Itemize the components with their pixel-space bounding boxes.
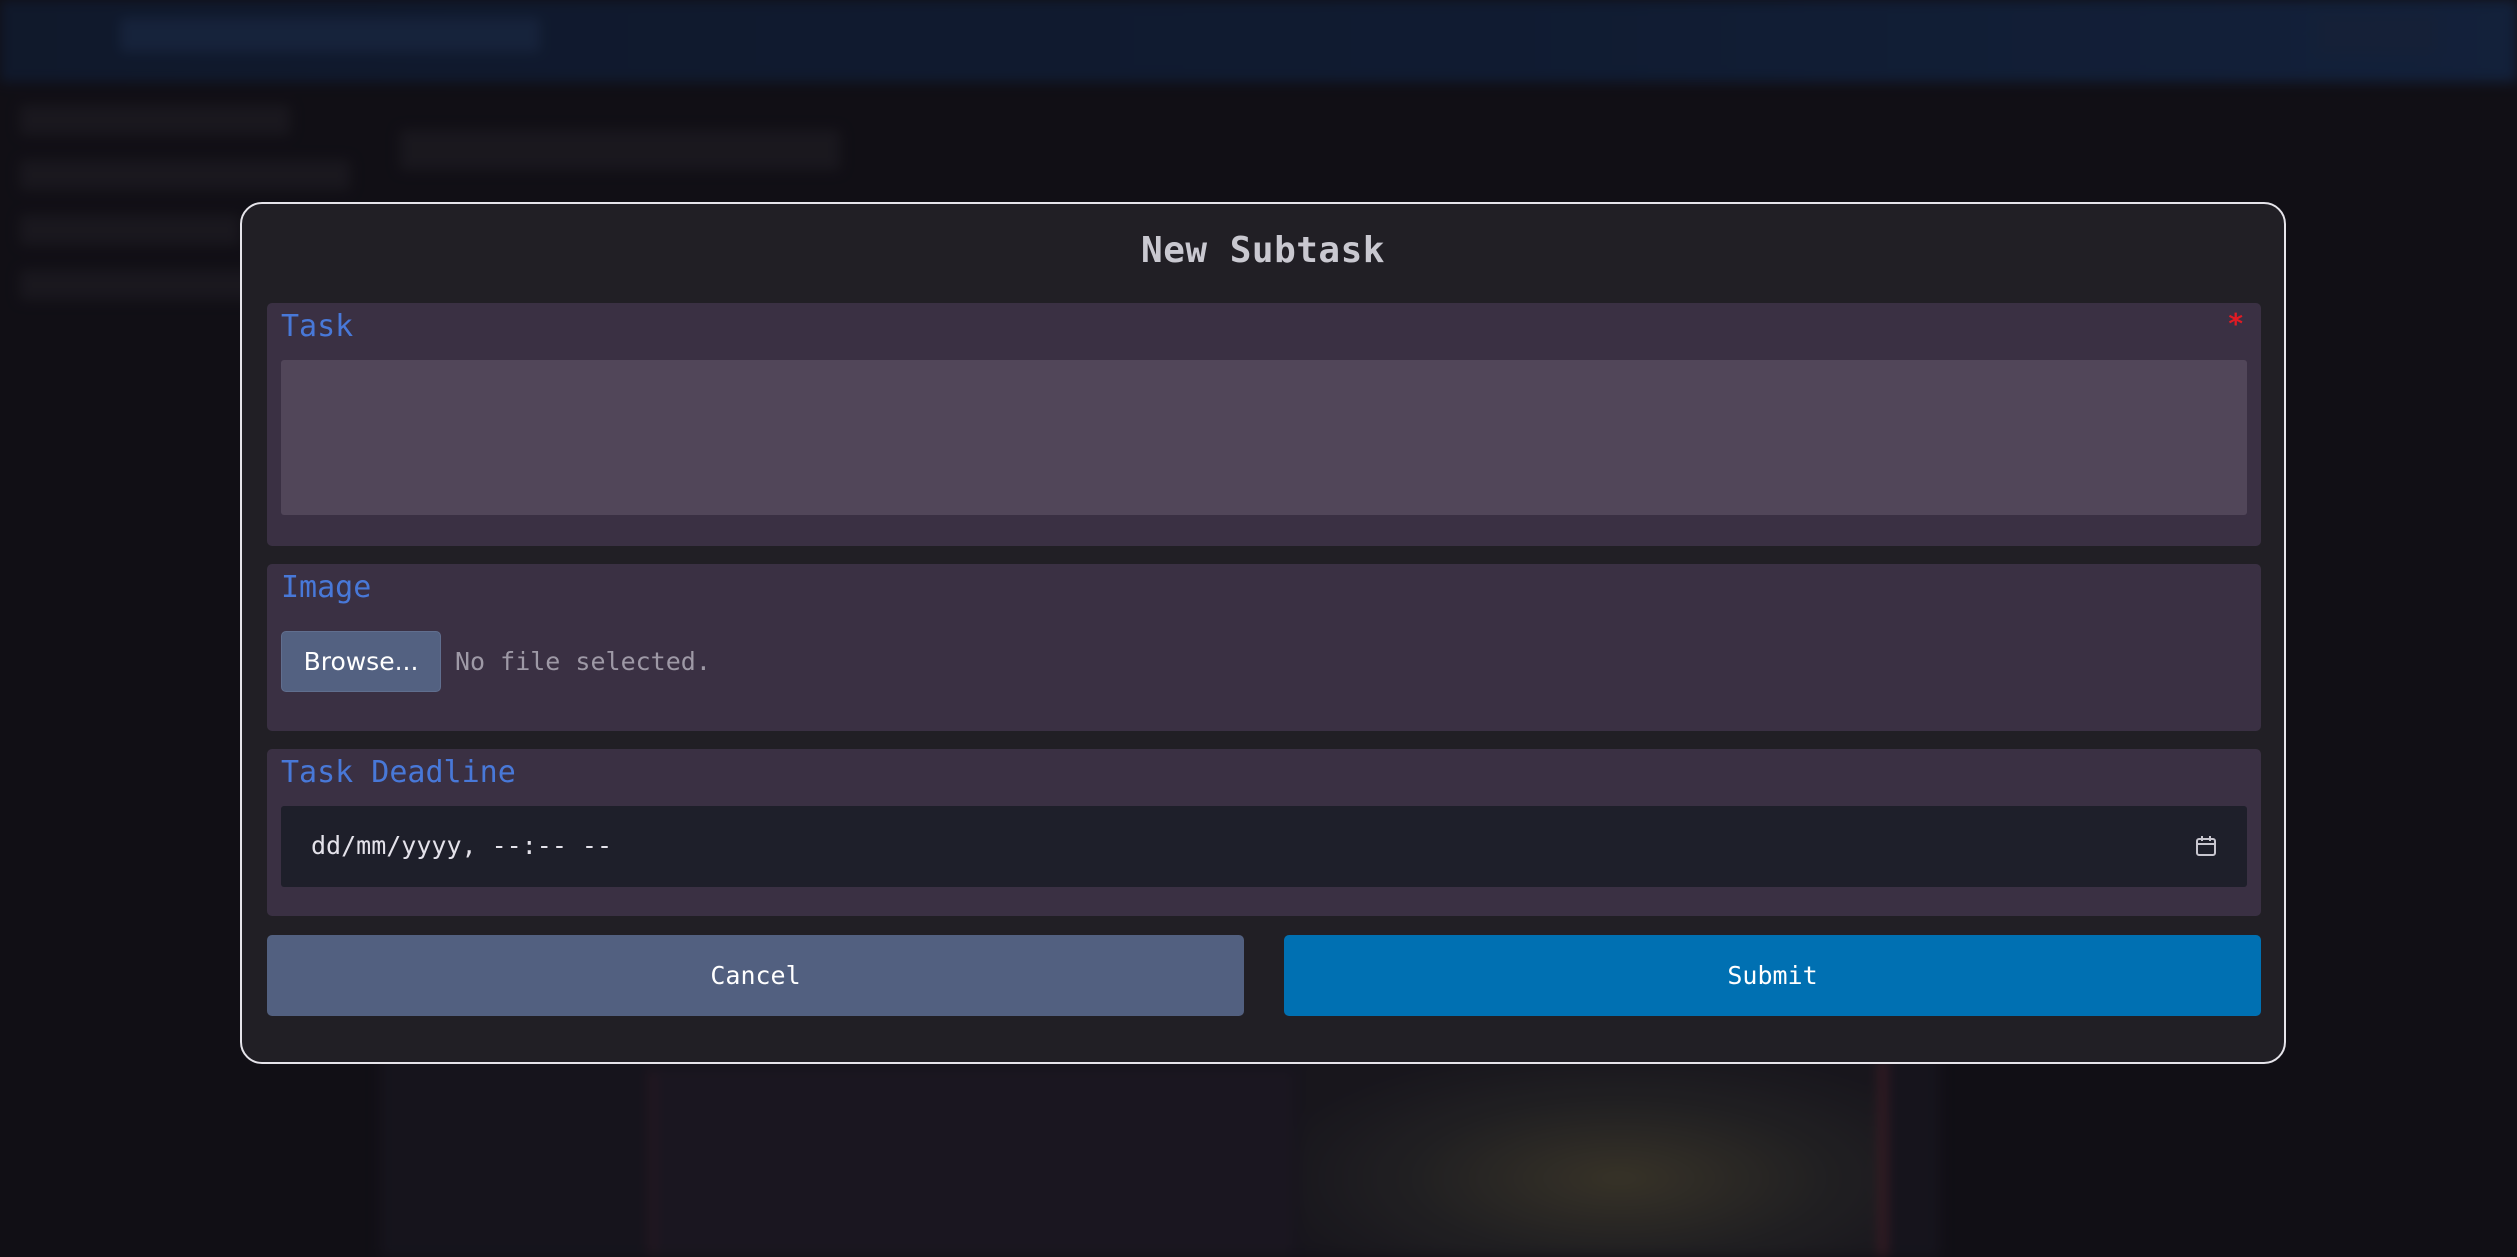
deadline-label: Task Deadline (281, 755, 516, 790)
file-status-text: No file selected. (455, 647, 711, 676)
modal-title: New Subtask (1141, 230, 1385, 271)
deadline-field-group: Task Deadline dd/mm/yyyy, --:-- -- (267, 749, 2261, 916)
task-label: Task (281, 309, 354, 344)
browse-file-button[interactable]: Browse... (281, 631, 441, 692)
submit-button[interactable]: Submit (1284, 935, 2261, 1016)
deadline-datetime-input[interactable]: dd/mm/yyyy, --:-- -- (281, 806, 2247, 887)
required-indicator: * (2228, 307, 2243, 340)
calendar-icon[interactable] (2195, 835, 2217, 857)
task-field-group: Task * (267, 303, 2261, 546)
image-label: Image (281, 570, 372, 605)
new-subtask-modal: New Subtask Task * Image Browse... No fi… (240, 202, 2286, 1064)
datetime-value: dd/mm/yyyy, --:-- -- (311, 831, 613, 860)
task-textarea[interactable] (281, 360, 2247, 515)
image-field-group: Image Browse... No file selected. (267, 564, 2261, 731)
cancel-button[interactable]: Cancel (267, 935, 1244, 1016)
